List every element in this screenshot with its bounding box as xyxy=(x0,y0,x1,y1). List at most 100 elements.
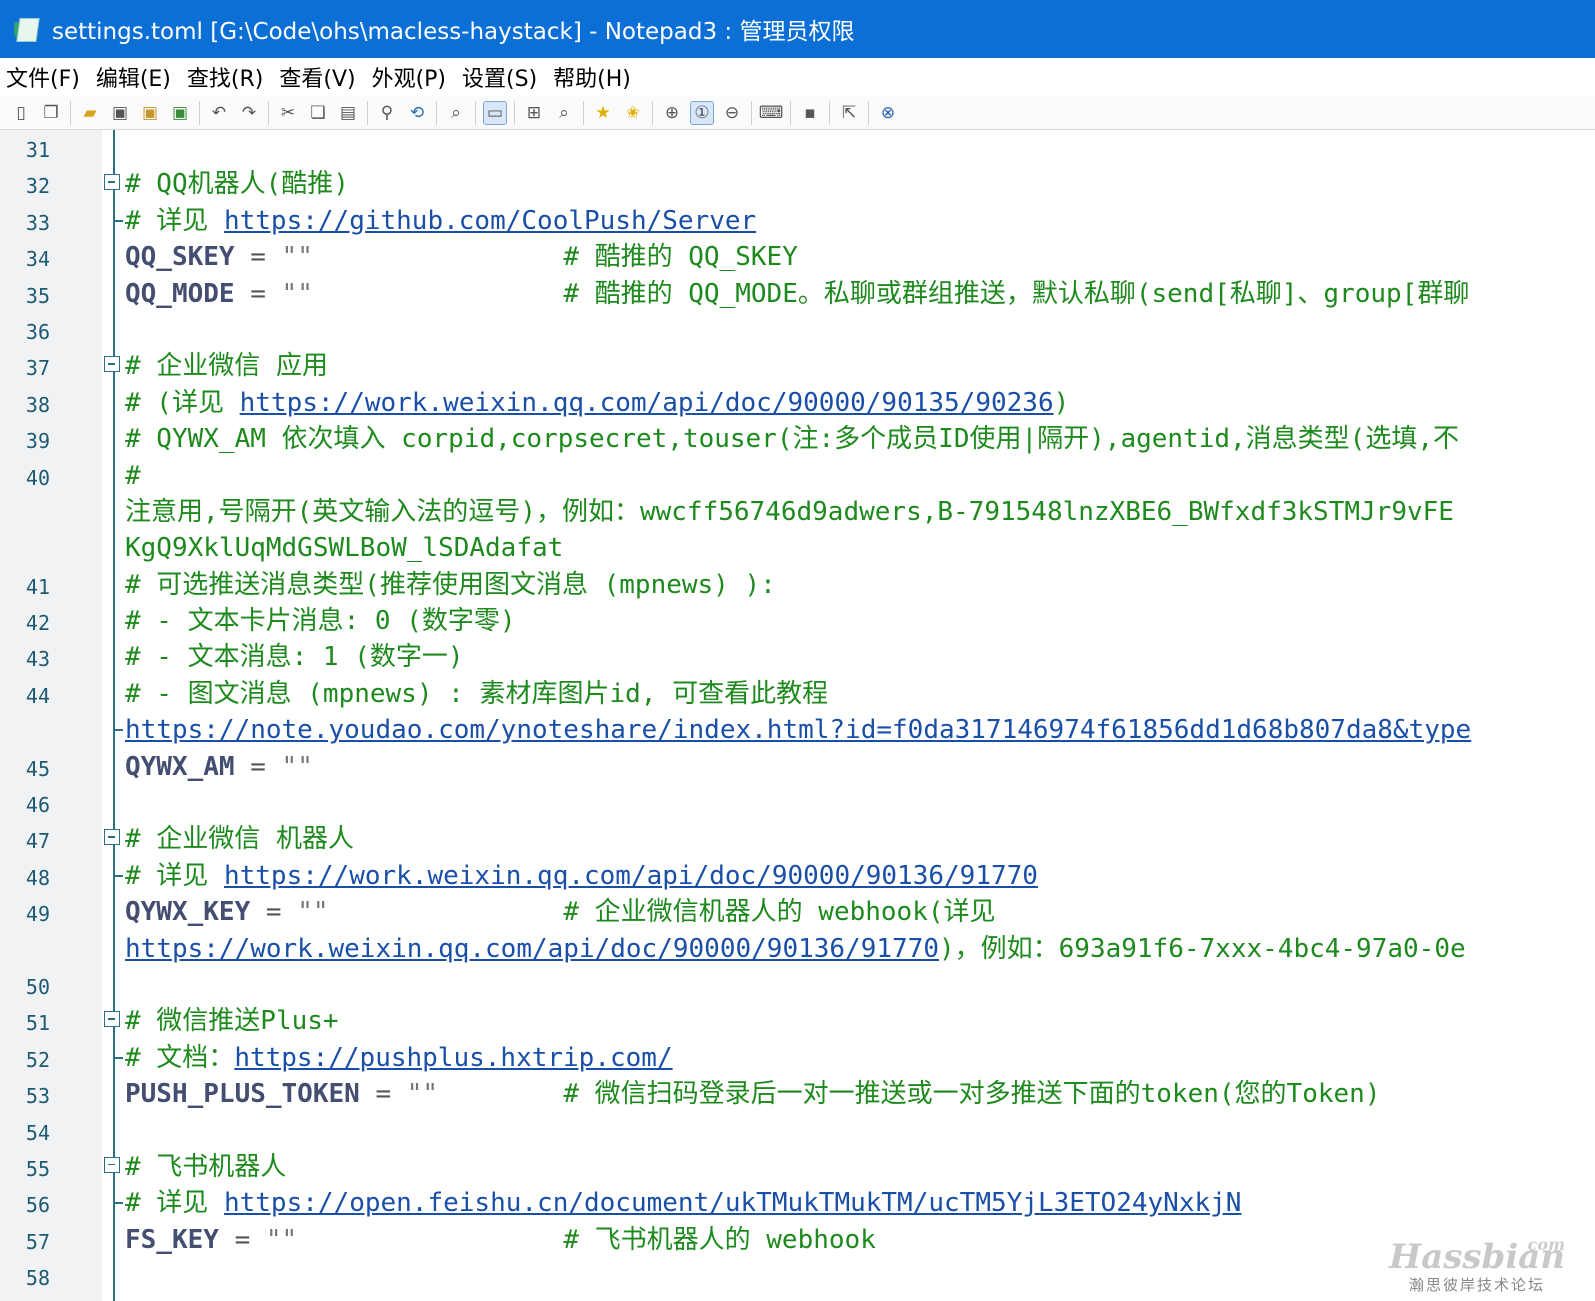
code-text[interactable]: QQ_MODE = "" # 酷推的 QQ_MODE。私聊或群组推送，默认私聊(… xyxy=(125,278,1469,310)
replace-icon[interactable]: ⟲ xyxy=(405,101,429,125)
code-line[interactable]: 31 xyxy=(0,130,1595,166)
zoom-in-icon[interactable]: ⊕ xyxy=(660,101,684,125)
code-text[interactable]: # 可选推送消息类型(推荐使用图文消息 (mpnews) ): xyxy=(125,569,776,601)
code-line[interactable]: 40 # xyxy=(0,458,1595,494)
keyboard-icon[interactable]: ⌨ xyxy=(759,101,784,125)
code-line[interactable]: 32 # QQ机器人(酷推) xyxy=(0,166,1595,202)
menu-find[interactable]: 查找(R) xyxy=(187,61,263,93)
code-line[interactable]: 47 # 企业微信 机器人 xyxy=(0,821,1595,857)
fold-toggle-icon[interactable] xyxy=(104,1011,120,1028)
zoom-reset-icon[interactable]: ① xyxy=(690,100,714,125)
undo-icon[interactable]: ↶ xyxy=(207,101,231,125)
close-icon[interactable]: ⊗ xyxy=(876,101,900,125)
code-line[interactable]: 43 # - 文本消息: 1 (数字一) xyxy=(0,639,1595,675)
fold-toggle-icon[interactable] xyxy=(104,356,120,373)
editor-area[interactable]: 31 32 # QQ机器人(酷推) 33 # 详见 https://github.com… xyxy=(0,130,1595,1301)
code-text[interactable]: # - 图文消息 (mpnews) : 素材库图片id, 可查看此教程 xyxy=(125,678,828,710)
code-line[interactable]: https://work.weixin.qq.com/api/doc/90000… xyxy=(0,931,1595,967)
code-text[interactable]: # 企业微信 机器人 xyxy=(125,823,354,855)
code-line[interactable]: 34 QQ_SKEY = "" # 酷推的 QQ_SKEY xyxy=(0,239,1595,275)
fold-icon[interactable]: ⊞ xyxy=(522,101,546,125)
fold-toggle-icon[interactable] xyxy=(104,829,120,846)
code-line[interactable]: 57 FS_KEY = "" # 飞书机器人的 webhook xyxy=(0,1222,1595,1258)
code-text[interactable]: 注意用,号隔开(英文输入法的逗号)，例如：wwcff56746d9adwers,… xyxy=(125,496,1454,528)
code-line[interactable]: 39 # QYWX_AM 依次填入 corpid,corpsecret,touse… xyxy=(0,421,1595,457)
code-line[interactable]: 56 # 详见 https://open.feishu.cn/document/u… xyxy=(0,1185,1595,1221)
save-as-icon[interactable]: ▣ xyxy=(138,101,162,125)
fold-toggle-icon[interactable] xyxy=(104,1156,120,1173)
code-text[interactable]: https://note.youdao.com/ynoteshare/index… xyxy=(125,714,1471,746)
word-wrap-icon[interactable]: ▭ xyxy=(483,100,507,125)
find-next-icon[interactable]: ⌕ xyxy=(444,101,468,125)
code-line[interactable]: 37 # 企业微信 应用 xyxy=(0,348,1595,384)
code-text[interactable]: # QQ机器人(酷推) xyxy=(125,168,349,200)
save-icon[interactable]: ▣ xyxy=(108,101,132,125)
code-text[interactable]: # 飞书机器人 xyxy=(125,1151,286,1183)
code-line[interactable]: 35 QQ_MODE = "" # 酷推的 QQ_MODE。私聊或群组推送，默认私… xyxy=(0,276,1595,312)
code-text[interactable]: # 微信推送Plus+ xyxy=(125,1005,339,1037)
code-line[interactable]: 36 xyxy=(0,312,1595,348)
code-text[interactable]: # - 文本卡片消息: 0 (数字零) xyxy=(125,605,516,637)
zoom-out-icon[interactable]: ⊖ xyxy=(720,101,744,125)
code-lines[interactable]: 31 32 # QQ机器人(酷推) 33 # 详见 https://github.com… xyxy=(0,130,1595,1295)
cut-icon[interactable]: ✂ xyxy=(276,101,300,125)
url-link[interactable]: https://work.weixin.qq.com/api/doc/90000… xyxy=(240,388,1054,418)
terminal-icon[interactable]: ▪ xyxy=(798,101,822,125)
code-text[interactable]: # QYWX_AM 依次填入 corpid,corpsecret,touser(… xyxy=(125,423,1459,455)
redo-icon[interactable]: ↷ xyxy=(237,101,261,125)
menu-help[interactable]: 帮助(H) xyxy=(553,61,631,93)
code-line[interactable]: 46 xyxy=(0,785,1595,821)
code-text[interactable]: # 企业微信 应用 xyxy=(125,350,328,382)
copy-icon[interactable]: ❏ xyxy=(306,101,330,125)
zoom-find-icon[interactable]: ⌕ xyxy=(552,101,576,125)
new-icon[interactable]: ▯ xyxy=(9,101,33,125)
code-text[interactable]: # 详见 https://github.com/CoolPush/Server xyxy=(125,205,756,237)
code-text[interactable]: # (详见 https://work.weixin.qq.com/api/doc… xyxy=(125,387,1069,419)
code-line[interactable]: KgQ9XklUqMdGSWLBoW_lSDAdafat xyxy=(0,530,1595,566)
code-line[interactable]: 41 # 可选推送消息类型(推荐使用图文消息 (mpnews) ): xyxy=(0,567,1595,603)
code-text[interactable]: # 文档：https://pushplus.hxtrip.com/ xyxy=(125,1042,673,1074)
code-line[interactable]: 54 xyxy=(0,1113,1595,1149)
add-bookmark-icon[interactable]: ✬ xyxy=(621,101,645,125)
code-text[interactable]: QQ_SKEY = "" # 酷推的 QQ_SKEY xyxy=(125,241,798,273)
save-copy-icon[interactable]: ▣ xyxy=(168,101,192,125)
code-text[interactable]: # - 文本消息: 1 (数字一) xyxy=(125,641,464,673)
menu-file[interactable]: 文件(F) xyxy=(6,61,80,93)
open-icon[interactable]: ▰ xyxy=(78,101,102,125)
code-text[interactable]: # 详见 https://work.weixin.qq.com/api/doc/… xyxy=(125,860,1038,892)
url-link[interactable]: https://github.com/CoolPush/Server xyxy=(224,206,756,236)
code-text[interactable]: QYWX_AM = "" xyxy=(125,751,313,783)
url-link[interactable]: https://pushplus.hxtrip.com/ xyxy=(234,1043,672,1073)
code-line[interactable]: 48 # 详见 https://work.weixin.qq.com/api/do… xyxy=(0,858,1595,894)
code-line[interactable]: 50 xyxy=(0,967,1595,1003)
menu-view[interactable]: 查看(V) xyxy=(279,61,355,93)
url-link[interactable]: https://work.weixin.qq.com/api/doc/90000… xyxy=(125,934,939,964)
code-line[interactable]: https://note.youdao.com/ynoteshare/index… xyxy=(0,712,1595,748)
url-link[interactable]: https://note.youdao.com/ynoteshare/index… xyxy=(125,715,1471,745)
code-line[interactable]: 38 # (详见 https://work.weixin.qq.com/api/d… xyxy=(0,385,1595,421)
url-link[interactable]: https://open.feishu.cn/document/ukTMukTM… xyxy=(224,1188,1241,1218)
url-link[interactable]: https://work.weixin.qq.com/api/doc/90000… xyxy=(224,861,1038,891)
code-line[interactable]: 注意用,号隔开(英文输入法的逗号)，例如：wwcff56746d9adwers,… xyxy=(0,494,1595,530)
menu-settings[interactable]: 设置(S) xyxy=(462,61,537,93)
code-text[interactable]: KgQ9XklUqMdGSWLBoW_lSDAdafat xyxy=(125,532,563,564)
code-text[interactable]: QYWX_KEY = "" # 企业微信机器人的 webhook(详见 xyxy=(125,896,996,928)
code-line[interactable]: 44 # - 图文消息 (mpnews) : 素材库图片id, 可查看此教程 xyxy=(0,676,1595,712)
code-text[interactable]: # 详见 https://open.feishu.cn/document/ukT… xyxy=(125,1187,1241,1219)
code-line[interactable]: 49 QYWX_KEY = "" # 企业微信机器人的 webhook(详见 xyxy=(0,894,1595,930)
menu-appearance[interactable]: 外观(P) xyxy=(372,61,446,93)
code-line[interactable]: 55 # 飞书机器人 xyxy=(0,1149,1595,1185)
code-line[interactable]: 53 PUSH_PLUS_TOKEN = "" # 微信扫码登录后一对一推送或一对… xyxy=(0,1076,1595,1112)
code-line[interactable]: 42 # - 文本卡片消息: 0 (数字零) xyxy=(0,603,1595,639)
code-line[interactable]: 58 xyxy=(0,1258,1595,1294)
paste-icon[interactable]: ▤ xyxy=(336,101,360,125)
code-text[interactable]: https://work.weixin.qq.com/api/doc/90000… xyxy=(125,933,1466,965)
code-line[interactable]: 51 # 微信推送Plus+ xyxy=(0,1003,1595,1039)
find-icon[interactable]: ⚲ xyxy=(375,101,399,125)
bookmark-icon[interactable]: ★ xyxy=(591,101,615,125)
send-icon[interactable]: ⇱ xyxy=(837,101,861,125)
code-text[interactable]: # xyxy=(125,460,141,492)
code-line[interactable]: 45 QYWX_AM = "" xyxy=(0,749,1595,785)
menu-edit[interactable]: 编辑(E) xyxy=(96,61,171,93)
code-text[interactable]: PUSH_PLUS_TOKEN = "" # 微信扫码登录后一对一推送或一对多推… xyxy=(125,1078,1380,1110)
